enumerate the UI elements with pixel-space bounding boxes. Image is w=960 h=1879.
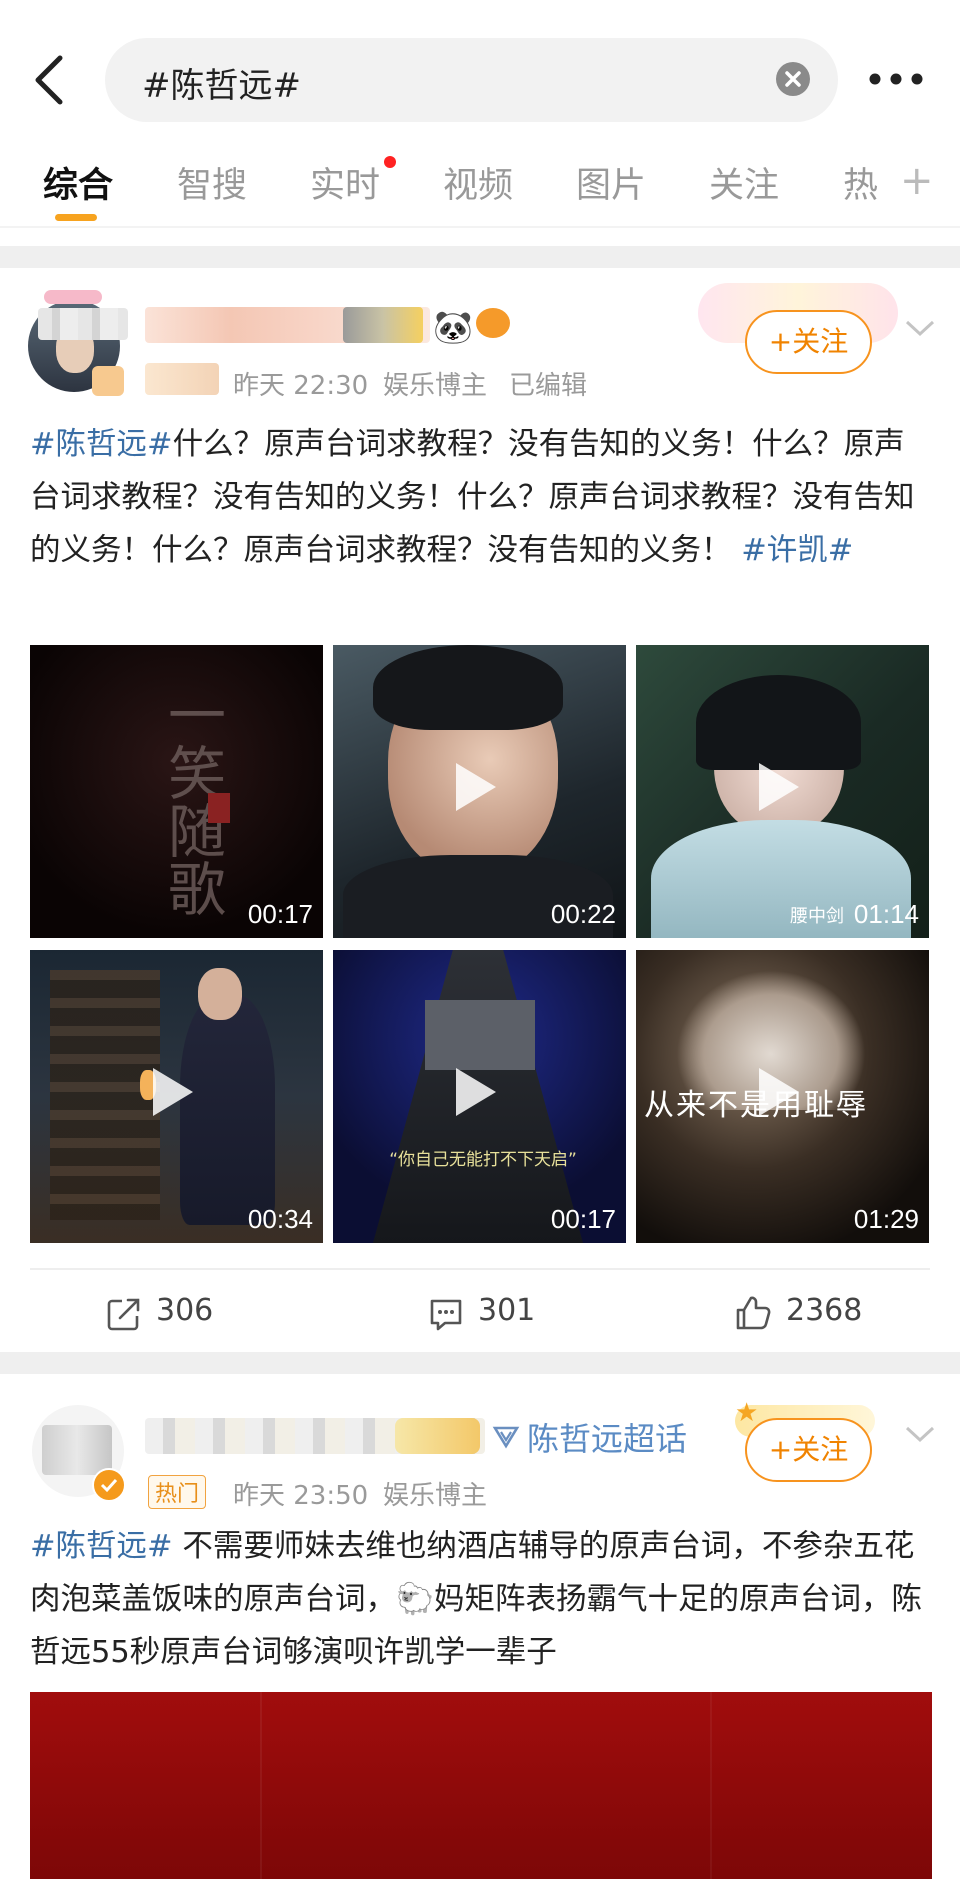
user-role: 娱乐博主	[383, 1481, 488, 1511]
section-gap	[0, 246, 960, 268]
video-duration: 00:17	[247, 899, 313, 929]
post-image[interactable]	[30, 1692, 932, 1879]
video-duration: 00:22	[550, 899, 616, 929]
video-duration: 00:34	[247, 1204, 313, 1234]
panda-icon: 🐼	[433, 308, 473, 346]
play-icon	[759, 763, 799, 811]
post-time: 昨天 23:50	[233, 1481, 369, 1511]
add-tab-icon[interactable]: +	[900, 158, 934, 204]
comment-count[interactable]: 301	[478, 1293, 535, 1328]
comment-icon[interactable]	[428, 1296, 464, 1332]
post-text: #陈哲远#什么？原声台词求教程？没有告知的义务！什么？原声台词求教程？没有告知的…	[30, 418, 935, 577]
tab-comprehensive[interactable]: 综合	[43, 157, 113, 208]
active-tab-indicator	[55, 214, 97, 221]
avatar-decoration	[44, 290, 102, 304]
chevron-down-icon[interactable]	[904, 318, 936, 338]
hashtag-link[interactable]: #陈哲远#	[30, 1529, 173, 1564]
search-input[interactable]: #陈哲远#	[142, 58, 301, 107]
tab-video[interactable]: 视频	[443, 157, 513, 208]
video-thumbnail[interactable]: 00:22	[333, 645, 626, 938]
video-thumbnail[interactable]: 从来不是用耻辱 01:29	[636, 950, 929, 1243]
hot-badge: 热门	[148, 1475, 207, 1509]
play-icon	[153, 1068, 193, 1116]
verified-badge	[92, 366, 124, 396]
hashtag-link[interactable]: #许凯#	[741, 533, 853, 568]
tab-following[interactable]: 关注	[709, 157, 779, 208]
hashtag-link[interactable]: #陈哲远#	[30, 427, 173, 462]
follow-button[interactable]: +关注	[745, 1418, 872, 1482]
video-thumbnail[interactable]: 一笑随歌 00:17	[30, 645, 323, 938]
video-duration: 00:17	[550, 1204, 616, 1234]
edited-label: 已编辑	[509, 371, 588, 401]
video-duration: 01:14	[853, 899, 919, 929]
hot-badge-blurred	[145, 363, 219, 395]
user-badge-blurred	[343, 307, 423, 343]
clear-icon[interactable]	[776, 62, 810, 96]
repost-icon[interactable]	[106, 1296, 142, 1332]
more-icon[interactable]	[868, 72, 924, 86]
video-caption: “你自己无能打不下天启”	[389, 1150, 577, 1170]
post-text: #陈哲远# 不需要师妹去维也纳酒店辅导的原声台词，不参杂五花肉泡菜盖饭味的原声台…	[30, 1520, 935, 1679]
play-icon	[456, 1068, 496, 1116]
tab-hot[interactable]: 热	[843, 157, 878, 208]
seal-stamp	[208, 793, 230, 823]
super-topic-icon	[492, 1426, 520, 1449]
super-topic-link[interactable]: 陈哲远超话	[527, 1414, 687, 1460]
section-gap	[0, 1352, 960, 1374]
tab-images[interactable]: 图片	[576, 157, 646, 208]
fish-icon	[476, 308, 510, 338]
repost-count[interactable]: 306	[156, 1293, 213, 1328]
video-thumbnail[interactable]: 00:34	[30, 950, 323, 1243]
divider	[0, 226, 960, 228]
verified-icon	[92, 1468, 126, 1502]
video-caption: 腰中剑	[790, 906, 844, 927]
divider	[30, 1268, 930, 1270]
back-icon[interactable]	[30, 50, 70, 110]
new-dot	[384, 156, 396, 168]
like-icon[interactable]	[734, 1294, 772, 1332]
mosaic-blur	[38, 308, 128, 340]
user-role: 娱乐博主	[383, 371, 488, 401]
user-badge-blurred	[395, 1418, 480, 1454]
video-duration: 01:29	[853, 1204, 919, 1234]
star-icon: ★	[735, 1398, 759, 1428]
video-thumbnail[interactable]: “你自己无能打不下天启” 00:17	[333, 950, 626, 1243]
post-time: 昨天 22:30	[233, 371, 369, 401]
like-count[interactable]: 2368	[786, 1293, 862, 1328]
video-thumbnail[interactable]: 腰中剑 01:14	[636, 645, 929, 938]
video-caption: 从来不是用耻辱	[644, 1088, 868, 1123]
play-icon	[759, 1068, 799, 1116]
follow-button[interactable]: +关注	[745, 310, 872, 374]
play-icon	[456, 763, 496, 811]
tab-realtime[interactable]: 实时	[310, 157, 380, 208]
chevron-down-icon[interactable]	[904, 1424, 936, 1444]
tab-smart-search[interactable]: 智搜	[177, 157, 247, 208]
